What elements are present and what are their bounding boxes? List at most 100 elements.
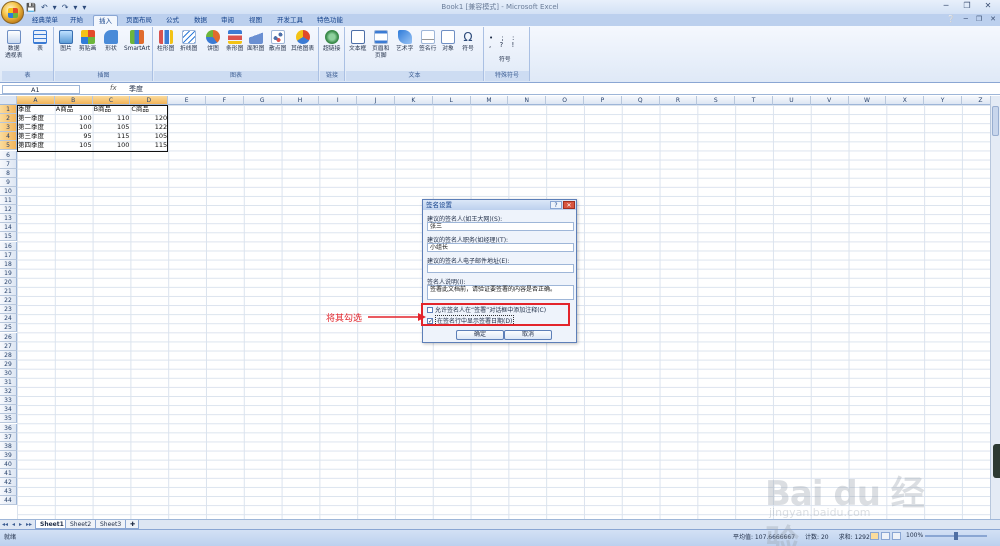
row-header-25[interactable]: 25: [0, 323, 17, 333]
row-header-9[interactable]: 9: [0, 177, 17, 187]
clipart-button[interactable]: 剪贴画: [79, 30, 96, 53]
row-header-20[interactable]: 20: [0, 277, 17, 287]
prev-sheet-icon[interactable]: ◂: [12, 521, 15, 528]
table-cell[interactable]: 110: [93, 114, 131, 123]
hyperlink-button[interactable]: 超链接: [323, 30, 340, 53]
table-cell[interactable]: 95: [55, 132, 93, 141]
select-all-corner[interactable]: [0, 96, 17, 105]
picture-button[interactable]: 图片: [59, 30, 73, 53]
close-icon[interactable]: ✕: [978, 0, 998, 11]
row-header-16[interactable]: 16: [0, 241, 17, 251]
row-header-28[interactable]: 28: [0, 350, 17, 360]
insert-sheet-icon[interactable]: ✚: [125, 520, 139, 529]
tab-page-layout[interactable]: 页面布局: [121, 15, 157, 26]
column-header-i[interactable]: I: [319, 96, 358, 105]
name-box[interactable]: A1: [2, 85, 80, 94]
column-header-k[interactable]: K: [395, 96, 433, 105]
tab-insert[interactable]: 插入: [93, 15, 118, 26]
pivot-table-button[interactable]: 数据 透视表: [5, 30, 22, 60]
table-cell[interactable]: 第四季度: [17, 141, 55, 150]
smartart-button[interactable]: SmartArt: [124, 30, 150, 53]
instructions-input[interactable]: 签署此文档前，请验证要签署的内容是否正确。: [427, 285, 574, 300]
column-header-t[interactable]: T: [735, 96, 773, 105]
column-header-c[interactable]: C: [92, 96, 131, 105]
tab-developer[interactable]: 开发工具: [272, 15, 308, 26]
column-header-n[interactable]: N: [508, 96, 547, 105]
zoom-slider[interactable]: [925, 532, 987, 540]
tab-review[interactable]: 审阅: [216, 15, 239, 26]
help-icon[interactable]: ❔: [947, 15, 956, 23]
table-cell[interactable]: 105: [130, 132, 168, 141]
ribbon-minimize-icon[interactable]: ─: [964, 15, 968, 23]
table-cell[interactable]: 季度: [17, 105, 55, 114]
special-symbol-grid[interactable]: • ; : , ? !: [489, 35, 517, 49]
tab-classic-menu[interactable]: 经典菜单: [27, 15, 63, 26]
symbol-dropdown-button[interactable]: 符号: [499, 57, 511, 64]
last-sheet-icon[interactable]: ▸▸: [26, 521, 32, 528]
row-header-36[interactable]: 36: [0, 423, 17, 433]
row-header-30[interactable]: 30: [0, 368, 17, 378]
column-header-u[interactable]: U: [773, 96, 811, 105]
signature-line-button[interactable]: 签名行: [419, 30, 436, 53]
row-header-22[interactable]: 22: [0, 296, 17, 306]
table-cell[interactable]: 105: [55, 141, 93, 150]
table-cell[interactable]: B商品: [93, 105, 131, 114]
row-header-33[interactable]: 33: [0, 396, 17, 406]
table-cell[interactable]: 100: [93, 141, 131, 150]
column-header-w[interactable]: W: [848, 96, 887, 105]
column-header-f[interactable]: F: [206, 96, 244, 105]
tab-special[interactable]: 特色功能: [312, 15, 348, 26]
dialog-close-icon[interactable]: ✕: [563, 201, 575, 209]
other-charts-button[interactable]: 其他图表: [291, 30, 314, 53]
row-header-32[interactable]: 32: [0, 387, 17, 397]
table-cell[interactable]: A商品: [55, 105, 93, 114]
wordart-button[interactable]: 艺术字: [396, 30, 413, 53]
tab-home[interactable]: 开始: [65, 15, 88, 26]
row-header-44[interactable]: 44: [0, 496, 17, 506]
row-header-18[interactable]: 18: [0, 259, 17, 269]
restore-icon[interactable]: ❐: [957, 0, 977, 11]
dialog-help-icon[interactable]: ?: [550, 201, 562, 209]
row-header-24[interactable]: 24: [0, 314, 17, 324]
row-header-35[interactable]: 35: [0, 414, 17, 424]
first-sheet-icon[interactable]: ◂◂: [2, 521, 8, 528]
formula-input[interactable]: 季度: [129, 84, 143, 94]
row-header-10[interactable]: 10: [0, 186, 17, 196]
row-header-7[interactable]: 7: [0, 159, 17, 169]
column-header-q[interactable]: Q: [621, 96, 660, 105]
ok-button[interactable]: 确定: [456, 330, 504, 340]
column-header-g[interactable]: G: [243, 96, 282, 105]
table-cell[interactable]: 100: [55, 123, 93, 132]
pie-chart-button[interactable]: 饼图: [206, 30, 220, 53]
scatter-chart-button[interactable]: 散点图: [269, 30, 286, 53]
table-cell[interactable]: 120: [130, 114, 168, 123]
sheet-tab-1[interactable]: Sheet1: [35, 520, 69, 529]
table-cell[interactable]: C商品: [130, 105, 168, 114]
row-header-3[interactable]: 3: [0, 123, 17, 133]
table-cell[interactable]: 100: [55, 114, 93, 123]
column-header-d[interactable]: D: [130, 96, 169, 105]
next-sheet-icon[interactable]: ▸: [19, 521, 22, 528]
symbol-button[interactable]: Ω 符号: [461, 30, 475, 53]
table-cell[interactable]: 115: [93, 132, 131, 141]
signer-title-input[interactable]: 小组长: [427, 243, 574, 252]
column-header-p[interactable]: P: [584, 96, 622, 105]
table-cell[interactable]: 第一季度: [17, 114, 55, 123]
row-header-26[interactable]: 26: [0, 332, 17, 342]
table-cell[interactable]: 105: [93, 123, 131, 132]
row-header-37[interactable]: 37: [0, 432, 17, 442]
column-chart-button[interactable]: 柱形图: [157, 30, 174, 53]
column-header-r[interactable]: R: [659, 96, 698, 105]
column-header-v[interactable]: V: [810, 96, 849, 105]
row-header-42[interactable]: 42: [0, 478, 17, 488]
office-button[interactable]: [1, 1, 24, 24]
table-cell[interactable]: 第三季度: [17, 132, 55, 141]
row-header-41[interactable]: 41: [0, 469, 17, 478]
column-header-x[interactable]: X: [886, 96, 925, 105]
cancel-button[interactable]: 取消: [504, 330, 552, 340]
tab-formulas[interactable]: 公式: [161, 15, 184, 26]
row-header-43[interactable]: 43: [0, 487, 17, 497]
row-header-23[interactable]: 23: [0, 305, 17, 315]
row-header-4[interactable]: 4: [0, 132, 17, 142]
row-header-5[interactable]: 5: [0, 141, 17, 151]
